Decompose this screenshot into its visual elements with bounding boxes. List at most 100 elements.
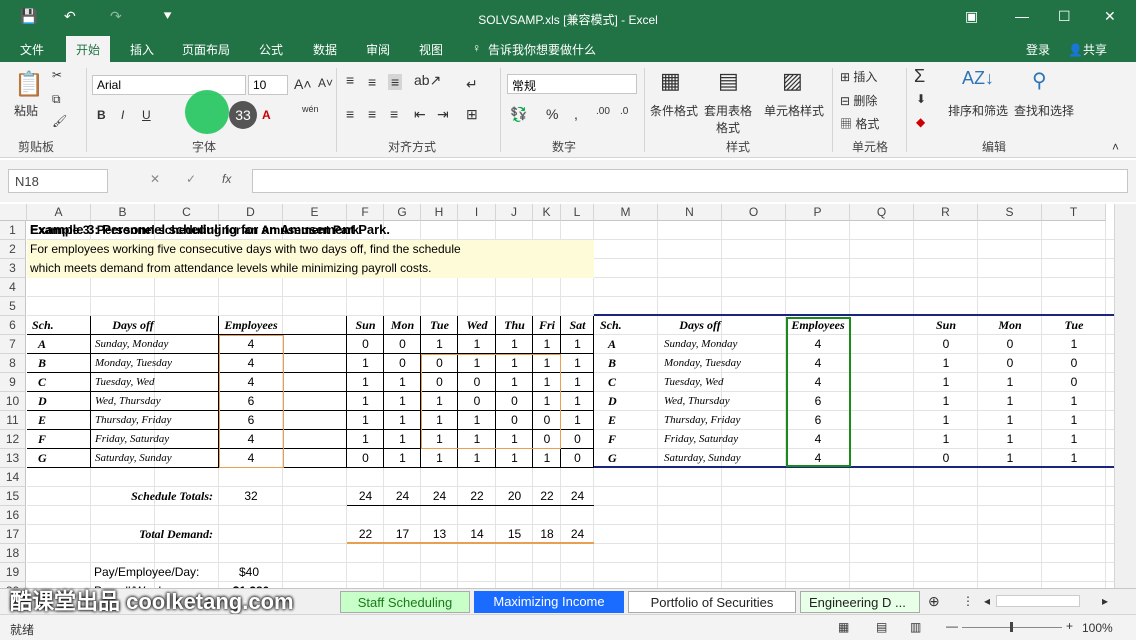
day-value-cell[interactable]: 1 — [347, 430, 384, 448]
column-header[interactable]: J — [496, 204, 533, 221]
maximize-icon[interactable]: ☐ — [1058, 8, 1071, 25]
sort-filter-icon[interactable]: AZ↓ — [962, 68, 994, 89]
add-sheet-icon[interactable]: ⊕ — [928, 593, 940, 610]
sheet-tab-staff-scheduling[interactable]: Staff Scheduling — [340, 591, 470, 613]
header-day[interactable]: Tue — [421, 316, 458, 334]
share-button[interactable]: 👤共享 — [1068, 41, 1107, 58]
align-right-icon[interactable]: ≡ — [390, 106, 398, 122]
right-days-off[interactable]: Thursday, Friday — [664, 411, 784, 429]
orientation-icon[interactable]: ab↗ — [414, 72, 441, 89]
right-day-value[interactable]: 1 — [978, 392, 1042, 410]
row-header[interactable]: 8 — [0, 354, 26, 373]
demand-day[interactable]: 22 — [347, 525, 384, 543]
hscroll-left-icon[interactable]: ◂ — [984, 594, 990, 608]
row-header[interactable]: 11 — [0, 411, 26, 430]
right-day-value[interactable]: 1 — [1042, 430, 1106, 448]
right-day-value[interactable]: 1 — [1042, 449, 1106, 467]
right-day-value[interactable]: 0 — [914, 449, 978, 467]
column-header[interactable]: D — [219, 204, 283, 221]
day-value-cell[interactable]: 1 — [384, 411, 421, 429]
right-day-value[interactable]: 1 — [978, 430, 1042, 448]
days-off-cell[interactable]: Thursday, Friday — [95, 411, 215, 429]
name-box[interactable]: N18 — [8, 169, 108, 193]
row-header[interactable]: 18 — [0, 544, 26, 563]
days-off-cell[interactable]: Saturday, Sunday — [95, 449, 215, 467]
right-days-off[interactable]: Monday, Tuesday — [664, 354, 784, 372]
column-header[interactable]: T — [1042, 204, 1106, 221]
row-header[interactable]: 7 — [0, 335, 26, 354]
conditional-format-icon[interactable]: ▦ — [660, 68, 681, 94]
row-header[interactable]: 4 — [0, 278, 26, 297]
fill-icon[interactable]: ⬇ — [916, 92, 926, 106]
table-format-button[interactable]: 套用表格格式 — [703, 102, 753, 136]
right-schedule-id[interactable]: C — [608, 373, 648, 391]
sort-filter-button[interactable]: 排序和筛选 — [948, 102, 1008, 119]
days-off-cell[interactable]: Sunday, Monday — [95, 335, 215, 353]
copy-icon[interactable]: ⧉ — [52, 92, 61, 107]
right-day-value[interactable]: 1 — [1042, 411, 1106, 429]
sheet-title[interactable]: Example 3: Personnel scheduling for an A… — [30, 221, 470, 239]
phonetic-icon[interactable]: wén — [302, 104, 319, 114]
column-header[interactable]: N — [658, 204, 722, 221]
cell-style-button[interactable]: 单元格样式 — [764, 102, 824, 119]
autosum-icon[interactable]: Σ — [914, 66, 925, 87]
enter-icon[interactable]: ✓ — [186, 172, 196, 186]
schedule-total-day[interactable]: 24 — [384, 487, 421, 505]
header-days-off[interactable]: Days off — [91, 316, 175, 334]
insert-function-icon[interactable]: fx — [222, 172, 231, 186]
days-off-cell[interactable]: Tuesday, Wed — [95, 373, 215, 391]
increase-font-icon[interactable]: A˄ — [294, 76, 312, 92]
row-header[interactable]: 14 — [0, 468, 26, 487]
column-header[interactable]: C — [155, 204, 219, 221]
decrease-indent-icon[interactable]: ⇤ — [414, 106, 426, 123]
day-value-cell[interactable]: 1 — [561, 373, 594, 391]
tab-view[interactable]: 视图 — [419, 41, 443, 58]
cancel-icon[interactable]: ✕ — [150, 172, 160, 186]
day-value-cell[interactable]: 1 — [384, 449, 421, 467]
right-header-days-off[interactable]: Days off — [658, 316, 742, 334]
days-off-cell[interactable]: Friday, Saturday — [95, 430, 215, 448]
day-value-cell[interactable]: 1 — [561, 335, 594, 353]
column-header[interactable]: I — [458, 204, 496, 221]
font-size-combo[interactable]: 10 — [248, 75, 288, 95]
cell-style-icon[interactable]: ▨ — [782, 68, 803, 94]
day-value-cell[interactable]: 1 — [533, 449, 561, 467]
column-header[interactable]: G — [384, 204, 421, 221]
right-day-value[interactable]: 1 — [914, 411, 978, 429]
row-header[interactable]: 10 — [0, 392, 26, 411]
day-value-cell[interactable]: 1 — [384, 392, 421, 410]
right-day-value[interactable]: 1 — [1042, 335, 1106, 353]
select-all-corner[interactable] — [0, 204, 27, 221]
pay-per-day-value[interactable]: $40 — [219, 563, 279, 581]
schedule-total-day[interactable]: 24 — [421, 487, 458, 505]
table-format-icon[interactable]: ▤ — [718, 68, 739, 94]
page-break-view-icon[interactable]: ▥ — [910, 620, 921, 634]
day-value-cell[interactable]: 1 — [533, 335, 561, 353]
right-schedule-id[interactable]: F — [608, 430, 648, 448]
day-value-cell[interactable]: 1 — [421, 449, 458, 467]
right-day-value[interactable]: 1 — [914, 354, 978, 372]
right-schedule-id[interactable]: G — [608, 449, 648, 467]
find-icon[interactable]: ⚲ — [1032, 68, 1047, 93]
column-header[interactable]: L — [561, 204, 594, 221]
sign-in-link[interactable]: 登录 — [1026, 41, 1050, 58]
worksheet-grid[interactable]: A B C D E F G H I J K L M N O P Q R S T 1 2 3 4 5 6 7 8 9 10 11 12 13 14 1… — [0, 204, 1114, 588]
header-sch[interactable]: Sch. — [32, 316, 82, 334]
description-line-2[interactable]: which meets demand from attendance level… — [30, 259, 590, 277]
clear-icon[interactable]: ◆ — [916, 115, 925, 129]
right-schedule-id[interactable]: A — [608, 335, 648, 353]
right-day-value[interactable]: 1 — [978, 373, 1042, 391]
increase-decimal-icon[interactable]: .00 — [596, 106, 610, 117]
header-day[interactable]: Wed — [458, 316, 496, 334]
column-header[interactable]: E — [283, 204, 347, 221]
underline-button[interactable]: U — [142, 108, 151, 122]
day-value-cell[interactable]: 0 — [347, 335, 384, 353]
day-value-cell[interactable]: 1 — [561, 411, 594, 429]
column-header[interactable]: Q — [850, 204, 914, 221]
header-day[interactable]: Fri — [533, 316, 561, 334]
row-header[interactable]: 9 — [0, 373, 26, 392]
demand-day[interactable]: 17 — [384, 525, 421, 543]
day-value-cell[interactable]: 1 — [561, 392, 594, 410]
normal-view-icon[interactable]: ▦ — [838, 620, 849, 634]
schedule-id[interactable]: C — [38, 373, 78, 391]
